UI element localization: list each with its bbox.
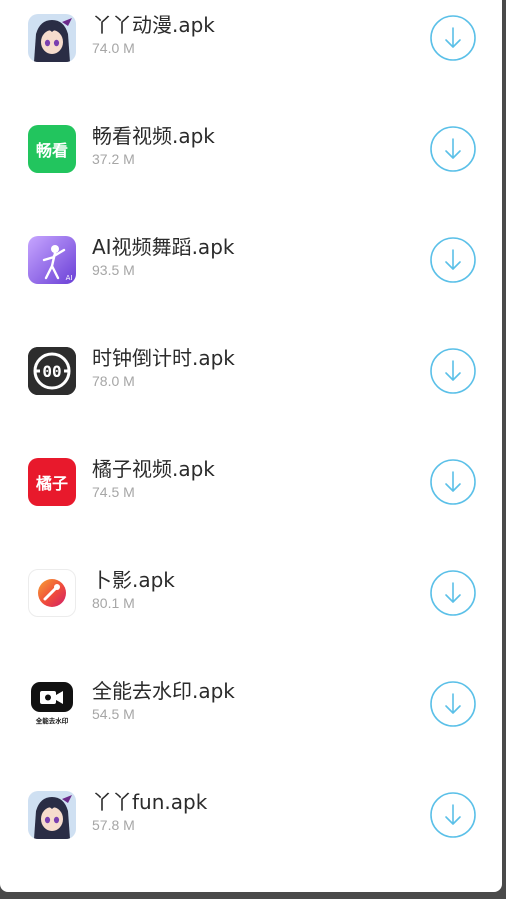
list-item[interactable]: 橘子 橘子视频.apk 74.5 M [0, 440, 502, 551]
svg-text:橘子: 橘子 [35, 474, 68, 493]
app-size: 80.1 M [92, 595, 135, 611]
svg-text:AI: AI [66, 274, 73, 282]
app-name: 畅看视频.apk [92, 124, 215, 148]
download-button[interactable] [430, 681, 476, 727]
svg-text:全能去水印: 全能去水印 [35, 716, 69, 725]
ai-dance-icon: AI [28, 236, 76, 284]
list-item[interactable]: 全能去水印 全能去水印.apk 54.5 M [0, 662, 502, 773]
download-button[interactable] [430, 570, 476, 616]
download-arrow-icon [430, 348, 476, 394]
countdown-clock-icon: 00 [28, 347, 76, 395]
list-item[interactable]: 丫丫动漫.apk 74.0 M [0, 0, 502, 107]
download-arrow-icon [430, 237, 476, 283]
app-name: AI视频舞蹈.apk [92, 235, 235, 259]
app-size: 93.5 M [92, 262, 135, 278]
app-name: 丫丫动漫.apk [92, 13, 215, 37]
app-size: 57.8 M [92, 817, 135, 833]
list-item[interactable]: AI AI视频舞蹈.apk 93.5 M [0, 218, 502, 329]
anime-girl-icon [28, 14, 76, 62]
download-arrow-icon [430, 681, 476, 727]
list-item[interactable]: 00 时钟倒计时.apk 78.0 M [0, 329, 502, 440]
list-item[interactable]: 丫丫fun.apk 57.8 M [0, 773, 502, 884]
download-button[interactable] [430, 15, 476, 61]
download-button[interactable] [430, 237, 476, 283]
download-arrow-icon [430, 459, 476, 505]
app-size: 54.5 M [92, 706, 135, 722]
app-name: 全能去水印.apk [92, 679, 235, 703]
list-item[interactable]: 畅看 畅看视频.apk 37.2 M [0, 107, 502, 218]
buying-icon [28, 569, 76, 617]
download-button[interactable] [430, 348, 476, 394]
download-arrow-icon [430, 570, 476, 616]
download-arrow-icon [430, 15, 476, 61]
download-button[interactable] [430, 126, 476, 172]
app-name: 卜影.apk [92, 568, 175, 592]
app-name: 橘子视频.apk [92, 457, 215, 481]
download-button[interactable] [430, 459, 476, 505]
app-name: 时钟倒计时.apk [92, 346, 235, 370]
download-button[interactable] [430, 792, 476, 838]
watermark-remover-icon: 全能去水印 [28, 680, 76, 728]
svg-text:畅看: 畅看 [36, 141, 68, 160]
list-item[interactable]: 卜影.apk 80.1 M [0, 551, 502, 662]
download-arrow-icon [430, 792, 476, 838]
app-name: 丫丫fun.apk [92, 790, 208, 814]
juzi-icon: 橘子 [28, 458, 76, 506]
changkan-icon: 畅看 [28, 125, 76, 173]
app-size: 74.0 M [92, 40, 135, 56]
app-size: 74.5 M [92, 484, 135, 500]
app-size: 37.2 M [92, 151, 135, 167]
app-size: 78.0 M [92, 373, 135, 389]
download-arrow-icon [430, 126, 476, 172]
download-list-sheet: 丫丫动漫.apk 74.0 M 畅看 畅看视频.apk 37.2 M AI AI… [0, 0, 502, 892]
anime-girl-icon [28, 791, 76, 839]
svg-text:00: 00 [42, 362, 61, 381]
